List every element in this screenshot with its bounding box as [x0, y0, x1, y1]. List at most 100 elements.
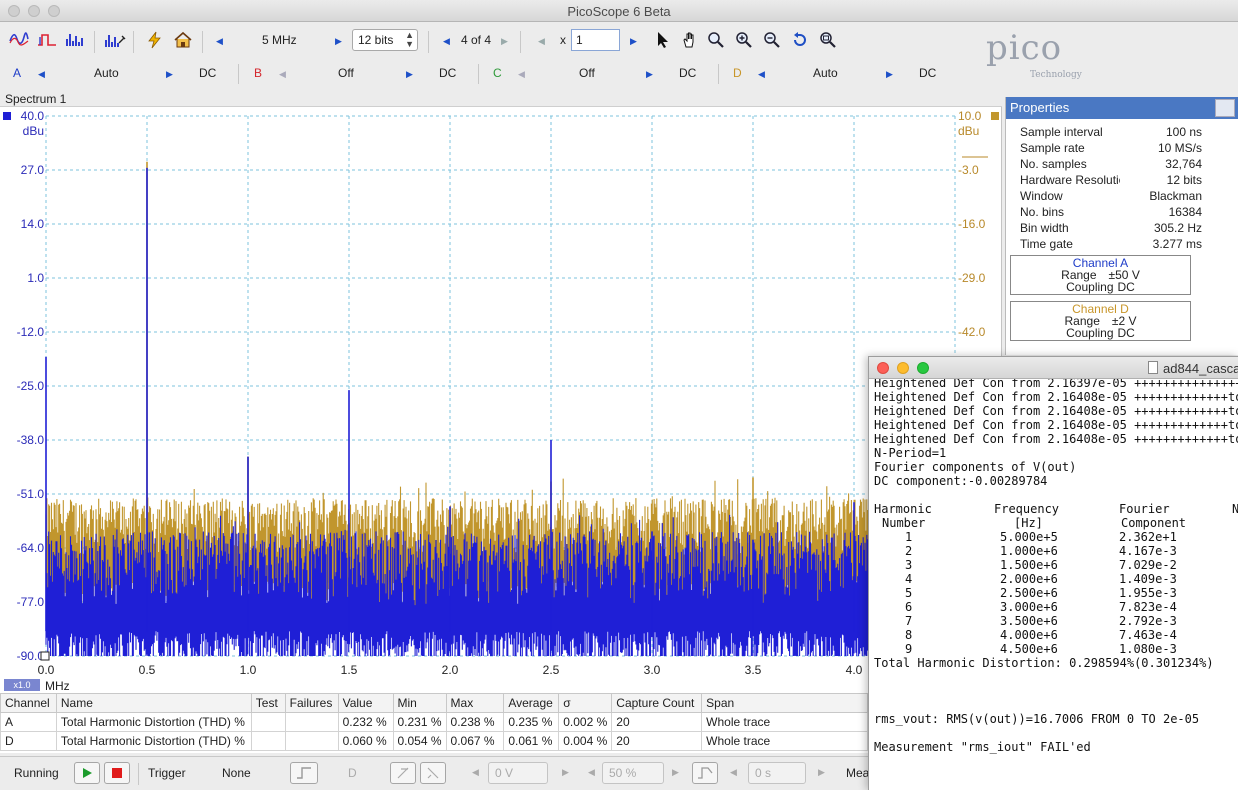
column-header[interactable]: Failures — [284, 693, 339, 713]
property-value: 16384 — [1168, 205, 1202, 219]
column-header[interactable]: Channel — [0, 693, 57, 713]
start-button[interactable] — [74, 762, 100, 784]
post-trigger-button[interactable] — [692, 762, 718, 784]
close-window-button[interactable] — [877, 362, 889, 374]
channel-d-coupling[interactable]: DC — [919, 66, 936, 80]
rising-edge-button[interactable] — [390, 762, 416, 784]
column-header[interactable]: Name — [55, 693, 252, 713]
measurement-cell: A — [0, 712, 57, 732]
harmonic-cell: 7 — [905, 614, 913, 628]
zoom-in-icon[interactable] — [734, 31, 754, 51]
channel-c-range[interactable]: Off — [579, 66, 595, 80]
zoom-tool-icon[interactable] — [706, 31, 726, 51]
spectrum-view[interactable]: 40.0 27.0 14.0 1.0 -12.0 -25.0 -38.0 -51.0 -64.0… — [0, 107, 1002, 693]
delay-up-icon[interactable]: ▶ — [818, 767, 825, 778]
trigger-source[interactable]: D — [348, 766, 357, 780]
zoom-overview-icon[interactable] — [818, 31, 838, 51]
zoom-out-icon[interactable] — [762, 31, 782, 51]
trigger-delay-input[interactable]: 0 s — [748, 762, 806, 784]
column-header[interactable]: Max — [445, 693, 505, 713]
status-bar: Running Trigger None D ◀ 0 V ▶ ◀ 50 % ▶ … — [0, 756, 869, 790]
zoom-window-button[interactable] — [917, 362, 929, 374]
right-axis-tick-label: -16.0 — [958, 217, 986, 231]
hand-tool-icon[interactable] — [680, 31, 700, 51]
spectrum-view-tab[interactable]: Spectrum 1 — [0, 91, 1002, 107]
channel-a-range-up-icon[interactable]: ▶ — [166, 66, 173, 82]
trigger-level-input[interactable]: 0 V — [488, 762, 548, 784]
zoom-factor-input[interactable]: 1 — [571, 29, 620, 51]
channel-b-button[interactable]: B — [254, 66, 262, 80]
timebase-value[interactable]: 5 MHz — [262, 33, 297, 47]
property-name: Time gate — [1020, 237, 1073, 251]
channel-b-range[interactable]: Off — [338, 66, 354, 80]
channel-d-button[interactable]: D — [733, 66, 742, 80]
channel-c-button[interactable]: C — [493, 66, 502, 80]
channel-a-button[interactable]: A — [13, 66, 21, 80]
timebase-decrease-icon[interactable]: ◀ — [216, 33, 223, 49]
harmonic-cell: 1.500e+6 — [1000, 558, 1058, 572]
pointer-tool-icon[interactable] — [654, 31, 672, 51]
channel-d-range-up-icon[interactable]: ▶ — [886, 66, 893, 82]
channel-c-range-up-icon[interactable]: ▶ — [646, 66, 653, 82]
column-header[interactable]: Min — [392, 693, 447, 713]
minimize-window-button[interactable] — [897, 362, 909, 374]
scope-mode-icon[interactable] — [8, 31, 30, 51]
previous-capture-icon[interactable]: ◀ — [443, 33, 450, 49]
timebase-increase-icon[interactable]: ▶ — [335, 33, 342, 49]
level-down-icon[interactable]: ◀ — [472, 767, 479, 778]
falling-edge-button[interactable] — [420, 762, 446, 784]
column-header[interactable]: σ — [558, 693, 613, 713]
property-name: Bin width — [1020, 221, 1069, 235]
delay-down-icon[interactable]: ◀ — [730, 767, 737, 778]
level-up-icon[interactable]: ▶ — [562, 767, 569, 778]
measurement-cell: 0.054 % — [392, 731, 447, 751]
undo-zoom-icon[interactable] — [790, 31, 810, 51]
channel-a-coupling[interactable]: DC — [199, 66, 216, 80]
harmonic-header-cell: Number — [882, 516, 926, 530]
pretrigger-down-icon[interactable]: ◀ — [588, 767, 595, 778]
property-row: No. bins 16384 — [1020, 205, 1202, 221]
channel-b-range-up-icon[interactable]: ▶ — [406, 66, 413, 82]
next-capture-icon[interactable]: ▶ — [501, 33, 508, 49]
channel-summary-coupling: Coupling DC — [1011, 327, 1190, 339]
channel-c-range-down-icon[interactable]: ◀ — [518, 66, 525, 82]
auto-setup-icon[interactable] — [144, 31, 166, 51]
toolbar-divider — [202, 31, 203, 53]
channel-b-coupling[interactable]: DC — [439, 66, 456, 80]
zoom-increase-icon[interactable]: ▶ — [630, 33, 637, 49]
column-header[interactable]: Average — [503, 693, 560, 713]
channel-a-range[interactable]: Auto — [94, 66, 119, 80]
resolution-select[interactable]: 12 bits ▲ ▼ — [352, 29, 418, 51]
channel-d-range[interactable]: Auto — [813, 66, 838, 80]
channel-a-range-down-icon[interactable]: ◀ — [38, 66, 45, 82]
pretrigger-up-icon[interactable]: ▶ — [672, 767, 679, 778]
spectrum-mode-icon[interactable] — [64, 31, 86, 51]
measurement-row[interactable]: D Total Harmonic Distortion (THD) % 0.060 … — [0, 731, 868, 751]
column-header[interactable]: Test — [250, 693, 286, 713]
measurements-table[interactable]: Channel Name Test Failures Value Min Max Averag… — [0, 693, 868, 753]
home-icon[interactable] — [172, 31, 194, 51]
measurements-button[interactable]: Mea — [846, 766, 869, 780]
properties-close-button[interactable] — [1215, 99, 1235, 117]
channel-a-axis-marker-icon[interactable] — [3, 112, 11, 120]
channel-d-range-down-icon[interactable]: ◀ — [758, 66, 765, 82]
right-axis-tick-label: -29.0 — [958, 271, 986, 285]
spectrum-options-icon[interactable] — [104, 31, 126, 51]
spectrum-plot[interactable]: 40.027.014.01.0-12.0-25.0-38.0-51.0-64.0… — [0, 107, 1002, 693]
trigger-type-button[interactable] — [290, 762, 318, 784]
column-header[interactable]: Capture Count — [611, 693, 703, 713]
channel-d-axis-marker-icon[interactable] — [991, 112, 999, 120]
trigger-mode[interactable]: None — [222, 766, 251, 780]
column-header[interactable]: Value — [337, 693, 394, 713]
output-line: Heightened Def Con from 2.16408e-05 ++++… — [874, 432, 1238, 446]
properties-header: Properties — [1006, 97, 1238, 119]
persistence-mode-icon[interactable] — [36, 31, 58, 51]
spice-output-text[interactable]: Heightened Def Con from 2.16397e-05 ++++… — [869, 379, 1238, 790]
column-header[interactable]: Span — [701, 693, 868, 713]
stop-button[interactable] — [104, 762, 130, 784]
channel-c-coupling[interactable]: DC — [679, 66, 696, 80]
pretrigger-input[interactable]: 50 % — [602, 762, 664, 784]
channel-b-range-down-icon[interactable]: ◀ — [279, 66, 286, 82]
measurement-row[interactable]: A Total Harmonic Distortion (THD) % 0.232 … — [0, 712, 868, 732]
zoom-decrease-icon[interactable]: ◀ — [538, 33, 545, 49]
